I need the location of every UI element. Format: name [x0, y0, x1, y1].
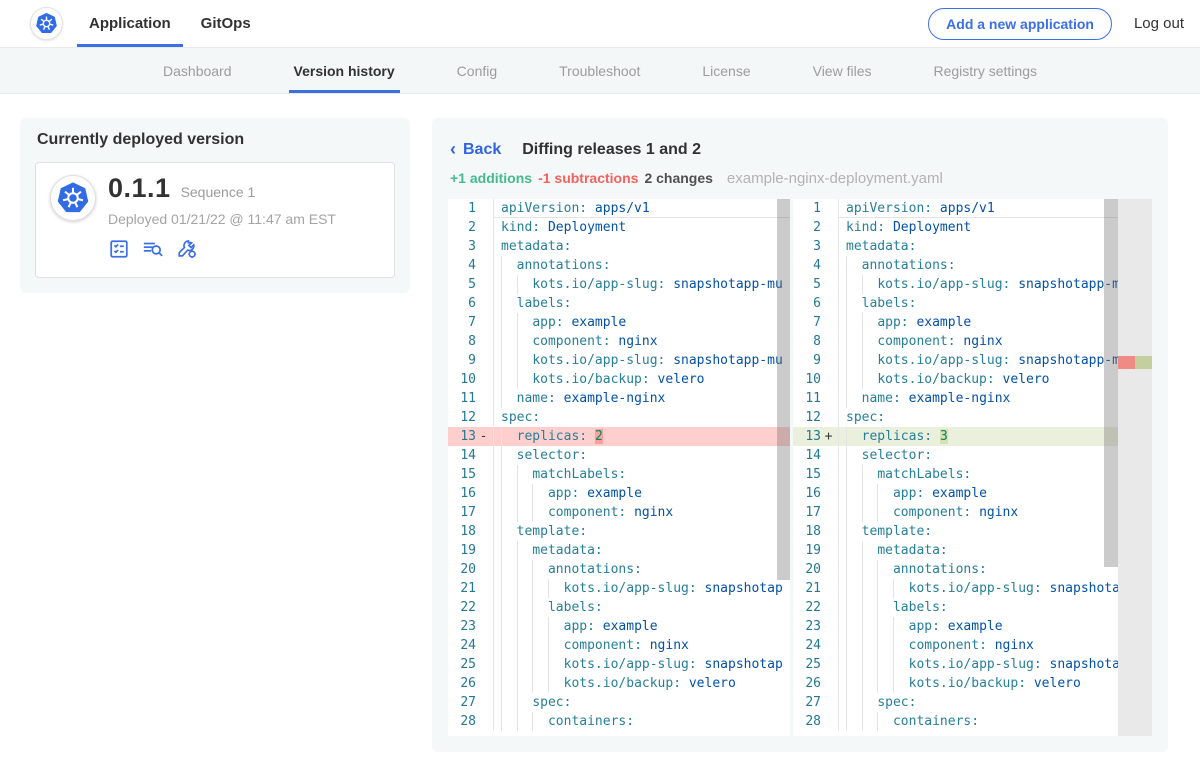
code-line: 2kind: Deployment — [448, 218, 790, 237]
deployed-card-title: Currently deployed version — [37, 131, 393, 149]
logout-link[interactable]: Log out — [1134, 15, 1184, 32]
code-line: 8 component: nginx — [448, 332, 790, 351]
code-line: 15 matchLabels: — [793, 465, 1152, 484]
code-line: 1apiVersion: apps/v1 — [448, 199, 790, 218]
code-line: 10 kots.io/backup: velero — [793, 370, 1152, 389]
code-line: 4 annotations: — [448, 256, 790, 275]
code-line: 3metadata: — [793, 237, 1152, 256]
subnav-tab-view-files[interactable]: View files — [782, 48, 903, 93]
subnav-tab-troubleshoot[interactable]: Troubleshoot — [528, 48, 671, 93]
back-chevron-icon: ‹ — [450, 140, 456, 158]
code-line: 7 app: example — [448, 313, 790, 332]
code-line: 23 app: example — [793, 617, 1152, 636]
diff-pane-original[interactable]: 1apiVersion: apps/v12kind: Deployment3me… — [448, 199, 790, 736]
preflight-checklist-icon[interactable] — [108, 238, 130, 265]
code-line: 8 component: nginx — [793, 332, 1152, 351]
diff-overview-ruler[interactable] — [1118, 199, 1152, 736]
code-line: 14 selector: — [793, 446, 1152, 465]
add-application-button[interactable]: Add a new application — [928, 8, 1112, 40]
code-line: 11 name: example-nginx — [448, 389, 790, 408]
code-line: 4 annotations: — [793, 256, 1152, 275]
code-line: 9 kots.io/app-slug: snapshotapp-mu — [448, 351, 790, 370]
version-number: 0.1.1 — [108, 173, 171, 204]
diff-card: ‹ Back Diffing releases 1 and 2 +1 addit… — [432, 118, 1168, 752]
code-line: 16 app: example — [793, 484, 1152, 503]
code-line: 14 selector: — [448, 446, 790, 465]
code-line: 24 component: nginx — [448, 636, 790, 655]
code-line: 9 kots.io/app-slug: snapshotapp-mu — [793, 351, 1152, 370]
nav-tab-application[interactable]: Application — [89, 0, 171, 47]
diff-title: Diffing releases 1 and 2 — [522, 141, 701, 159]
edit-config-tools-icon[interactable] — [176, 238, 198, 265]
code-line: 17 component: nginx — [793, 503, 1152, 522]
subnav-tab-registry-settings[interactable]: Registry settings — [903, 48, 1068, 93]
code-line: 12spec: — [448, 408, 790, 427]
back-link[interactable]: ‹ Back — [450, 141, 501, 159]
code-line: 22 labels: — [448, 598, 790, 617]
primary-nav: Application GitOps — [89, 0, 251, 47]
code-line: 6 labels: — [793, 294, 1152, 313]
code-line: 23 app: example — [448, 617, 790, 636]
code-line: 6 labels: — [448, 294, 790, 313]
code-line: 15 matchLabels: — [448, 465, 790, 484]
code-line: 21 kots.io/app-slug: snapshotap — [793, 579, 1152, 598]
subnav-tab-version-history[interactable]: Version history — [263, 48, 426, 93]
diff-pane-modified[interactable]: 1apiVersion: apps/v12kind: Deployment3me… — [793, 199, 1152, 736]
modified-pane-scrollbar[interactable] — [1104, 199, 1118, 567]
code-line: 19 metadata: — [793, 541, 1152, 560]
additions-count: +1 additions — [450, 170, 532, 186]
code-line: 5 kots.io/app-slug: snapshotapp-mu — [448, 275, 790, 294]
code-line: 13- replicas: 2 — [448, 427, 790, 446]
code-line: 17 component: nginx — [448, 503, 790, 522]
code-line: 25 kots.io/app-slug: snapshotap — [793, 655, 1152, 674]
code-line: 24 component: nginx — [793, 636, 1152, 655]
ruler-deletion-mark — [1118, 356, 1135, 369]
code-line: 18 template: — [448, 522, 790, 541]
view-logs-icon[interactable] — [141, 238, 165, 265]
code-line: 19 metadata: — [448, 541, 790, 560]
code-line: 22 labels: — [793, 598, 1152, 617]
app-subnav: DashboardVersion historyConfigTroublesho… — [0, 48, 1200, 94]
deployed-version-card: Currently deployed version 0.1.1 — [20, 118, 410, 293]
subnav-tab-license[interactable]: License — [671, 48, 781, 93]
code-line: 27 spec: — [793, 693, 1152, 712]
code-line: 1apiVersion: apps/v1 — [793, 199, 1152, 218]
subnav-tab-dashboard[interactable]: Dashboard — [132, 48, 263, 93]
diff-filename: example-nginx-deployment.yaml — [727, 170, 943, 187]
kubernetes-helm-icon — [35, 12, 58, 35]
code-line: 28 containers: — [448, 712, 790, 731]
main-content: Currently deployed version 0.1.1 — [0, 94, 1200, 752]
code-line: 3metadata: — [448, 237, 790, 256]
app-logo-icon — [50, 175, 96, 221]
ruler-addition-mark — [1135, 356, 1152, 369]
code-line: 20 annotations: — [793, 560, 1152, 579]
code-line: 13+ replicas: 3 — [793, 427, 1152, 446]
deployed-version-box: 0.1.1 Sequence 1 Deployed 01/21/22 @ 11:… — [35, 162, 395, 278]
code-line: 16 app: example — [448, 484, 790, 503]
subnav-tab-config[interactable]: Config — [426, 48, 528, 93]
original-pane-scrollbar[interactable] — [777, 199, 790, 580]
kubernetes-logo-icon — [30, 7, 63, 40]
code-line: 26 kots.io/backup: velero — [793, 674, 1152, 693]
sequence-label: Sequence 1 — [181, 184, 256, 200]
nav-tab-gitops[interactable]: GitOps — [201, 0, 251, 47]
code-line: 28 containers: — [793, 712, 1152, 731]
changes-count: 2 changes — [644, 170, 712, 186]
code-line: 2kind: Deployment — [793, 218, 1152, 237]
code-line: 25 kots.io/app-slug: snapshotap — [448, 655, 790, 674]
code-line: 5 kots.io/app-slug: snapshotapp-mu — [793, 275, 1152, 294]
code-line: 7 app: example — [793, 313, 1152, 332]
code-line: 21 kots.io/app-slug: snapshotap — [448, 579, 790, 598]
top-header: ApplicationGitOps Add a new application … — [0, 0, 1200, 48]
code-line: 18 template: — [793, 522, 1152, 541]
code-line: 20 annotations: — [448, 560, 790, 579]
deployed-timestamp: Deployed 01/21/22 @ 11:47 am EST — [108, 211, 336, 227]
subtractions-count: -1 subtractions — [538, 170, 638, 186]
code-line: 26 kots.io/backup: velero — [448, 674, 790, 693]
code-line: 10 kots.io/backup: velero — [448, 370, 790, 389]
code-line: 12spec: — [793, 408, 1152, 427]
code-line: 11 name: example-nginx — [793, 389, 1152, 408]
code-line: 27 spec: — [448, 693, 790, 712]
